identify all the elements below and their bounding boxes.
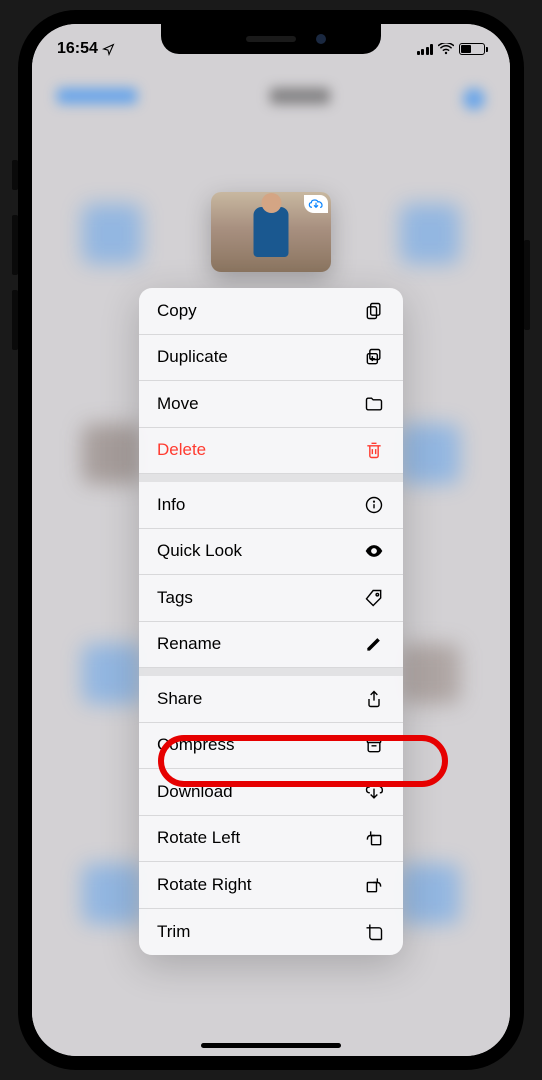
share-icon (363, 688, 385, 710)
menu-item-download[interactable]: Download (139, 769, 403, 816)
cellular-signal-icon (417, 44, 434, 55)
location-icon (102, 43, 115, 56)
menu-item-label: Delete (157, 440, 206, 460)
home-indicator[interactable] (201, 1043, 341, 1048)
eye-icon (363, 540, 385, 562)
archive-icon (363, 734, 385, 756)
menu-item-rename[interactable]: Rename (139, 622, 403, 669)
thumbnail-content (254, 207, 289, 257)
status-time: 16:54 (57, 40, 98, 58)
menu-item-move[interactable]: Move (139, 381, 403, 428)
menu-item-delete[interactable]: Delete (139, 428, 403, 475)
phone-frame: 16:54 (18, 10, 524, 1070)
file-preview-thumbnail[interactable] (211, 192, 331, 272)
menu-item-rotate-left[interactable]: Rotate Left (139, 816, 403, 863)
menu-item-label: Tags (157, 588, 193, 608)
front-camera (316, 34, 326, 44)
trash-icon (363, 439, 385, 461)
phone-screen: 16:54 (32, 24, 510, 1056)
menu-item-label: Rotate Right (157, 875, 252, 895)
trim-icon (363, 921, 385, 943)
menu-item-label: Copy (157, 301, 197, 321)
info-icon (363, 494, 385, 516)
menu-item-share[interactable]: Share (139, 676, 403, 723)
menu-item-label: Rotate Left (157, 828, 240, 848)
menu-separator (139, 668, 403, 676)
power-button (524, 240, 530, 330)
menu-item-label: Download (157, 782, 233, 802)
menu-item-label: Trim (157, 922, 190, 942)
rotate-left-icon (363, 827, 385, 849)
menu-item-label: Rename (157, 634, 221, 654)
menu-item-label: Info (157, 495, 185, 515)
menu-item-quick-look[interactable]: Quick Look (139, 529, 403, 576)
menu-item-label: Quick Look (157, 541, 242, 561)
wifi-icon (438, 43, 454, 55)
menu-item-duplicate[interactable]: Duplicate (139, 335, 403, 382)
menu-item-trim[interactable]: Trim (139, 909, 403, 956)
status-right (417, 43, 486, 55)
menu-item-copy[interactable]: Copy (139, 288, 403, 335)
menu-item-label: Compress (157, 735, 234, 755)
menu-item-rotate-right[interactable]: Rotate Right (139, 862, 403, 909)
download-icon (363, 781, 385, 803)
tag-icon (363, 587, 385, 609)
duplicate-icon (363, 346, 385, 368)
rotate-right-icon (363, 874, 385, 896)
context-menu: Copy Duplicate Move Delete Info Quick Look Tag… (139, 288, 403, 955)
menu-item-label: Share (157, 689, 202, 709)
cloud-download-badge (304, 195, 328, 213)
menu-item-label: Move (157, 394, 199, 414)
menu-separator (139, 474, 403, 482)
battery-icon (459, 43, 485, 55)
earpiece-speaker (246, 36, 296, 42)
menu-item-label: Duplicate (157, 347, 228, 367)
status-left: 16:54 (57, 40, 115, 58)
menu-item-tags[interactable]: Tags (139, 575, 403, 622)
notch (161, 24, 381, 54)
menu-item-info[interactable]: Info (139, 482, 403, 529)
folder-icon (363, 393, 385, 415)
pencil-icon (363, 633, 385, 655)
menu-item-compress[interactable]: Compress (139, 723, 403, 770)
copy-icon (363, 300, 385, 322)
